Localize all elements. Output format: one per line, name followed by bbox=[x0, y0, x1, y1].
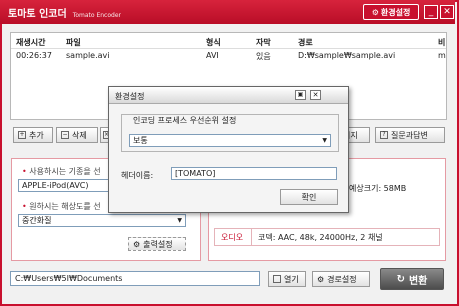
delete-button[interactable]: − 삭제 bbox=[56, 127, 98, 143]
row-duration[interactable]: 00:26:37 bbox=[16, 51, 52, 60]
header-name-label: 헤더이름: bbox=[121, 171, 154, 180]
dialog-title: 환경설정 bbox=[115, 92, 145, 101]
chevron-down-icon: ▼ bbox=[322, 137, 327, 144]
settings-icon: ⚙ bbox=[371, 7, 379, 17]
ok-button[interactable]: 확인 bbox=[280, 189, 338, 205]
dialog-close-icon[interactable]: ✕ bbox=[310, 90, 321, 100]
settings-small-icon: ⚙ bbox=[317, 274, 325, 284]
gear-icon: ⚙ bbox=[133, 239, 141, 249]
delete-icon: − bbox=[61, 131, 69, 139]
output-path-field[interactable]: C:₩Users₩5I₩Documents bbox=[10, 271, 260, 286]
app-title: 토마토 인코더 Tomato Encoder bbox=[8, 9, 121, 20]
chevron-down-icon: ▼ bbox=[177, 217, 182, 224]
question-icon: ? bbox=[380, 131, 388, 139]
row-subtitle[interactable]: 있음 bbox=[256, 51, 271, 62]
device-label: • 사용하시는 기종을 선 bbox=[22, 167, 101, 176]
add-button[interactable]: + 추가 bbox=[13, 127, 53, 143]
col-duration[interactable]: 재생시간 bbox=[16, 37, 45, 48]
close-button[interactable]: ✕ bbox=[440, 5, 454, 19]
path-settings-button[interactable]: ⚙ 경로설정 bbox=[312, 271, 370, 287]
app-subtitle: Tomato Encoder bbox=[72, 12, 121, 19]
audio-info: 코덱: AAC, 48k, 24000Hz, 2 채널 bbox=[251, 228, 440, 246]
settings-dialog: 환경설정 ▣ ✕ 인코딩 프로세스 우선순위 설정 보통 ▼ 헤더이름: [TO… bbox=[108, 86, 349, 213]
estimated-size: 예상크기: 58MB bbox=[349, 184, 407, 193]
priority-select[interactable]: 보통 ▼ bbox=[129, 134, 331, 147]
col-path[interactable]: 경로 bbox=[298, 37, 313, 48]
convert-icon: ↻ bbox=[396, 273, 405, 285]
folder-icon bbox=[273, 275, 281, 283]
restore-icon[interactable]: ▣ bbox=[295, 90, 306, 100]
header-name-input[interactable]: [TOMATO] bbox=[171, 167, 337, 180]
row-file[interactable]: sample.avi bbox=[66, 51, 110, 60]
convert-button[interactable]: ↻ 변환 bbox=[380, 268, 444, 290]
col-file[interactable]: 파일 bbox=[66, 37, 81, 48]
row-format[interactable]: AVI bbox=[206, 51, 219, 60]
col-subtitle[interactable]: 자막 bbox=[256, 37, 271, 48]
row-extra[interactable]: m bbox=[438, 51, 446, 60]
col-extra[interactable]: 비 bbox=[438, 37, 445, 48]
add-icon: + bbox=[18, 131, 26, 139]
minimize-button[interactable]: _ bbox=[424, 5, 438, 19]
col-format[interactable]: 형식 bbox=[206, 37, 221, 48]
faq-button[interactable]: ? 질문과답변 bbox=[375, 127, 445, 143]
open-folder-button[interactable]: 열기 bbox=[268, 271, 306, 287]
resolution-label: • 원하시는 해상도를 선 bbox=[22, 202, 101, 211]
priority-group-label: 인코딩 프로세스 우선순위 설정 bbox=[131, 115, 239, 126]
resolution-select[interactable]: 중간화질 ▼ bbox=[18, 214, 186, 227]
header-divider bbox=[11, 48, 446, 49]
settings-button[interactable]: ⚙ 환경설정 bbox=[363, 4, 419, 20]
audio-label: 오디오 bbox=[214, 228, 252, 246]
row-path[interactable]: D:₩sample₩sample.avi bbox=[298, 51, 395, 60]
output-settings-button[interactable]: ⚙ 출력설정 bbox=[128, 237, 186, 251]
